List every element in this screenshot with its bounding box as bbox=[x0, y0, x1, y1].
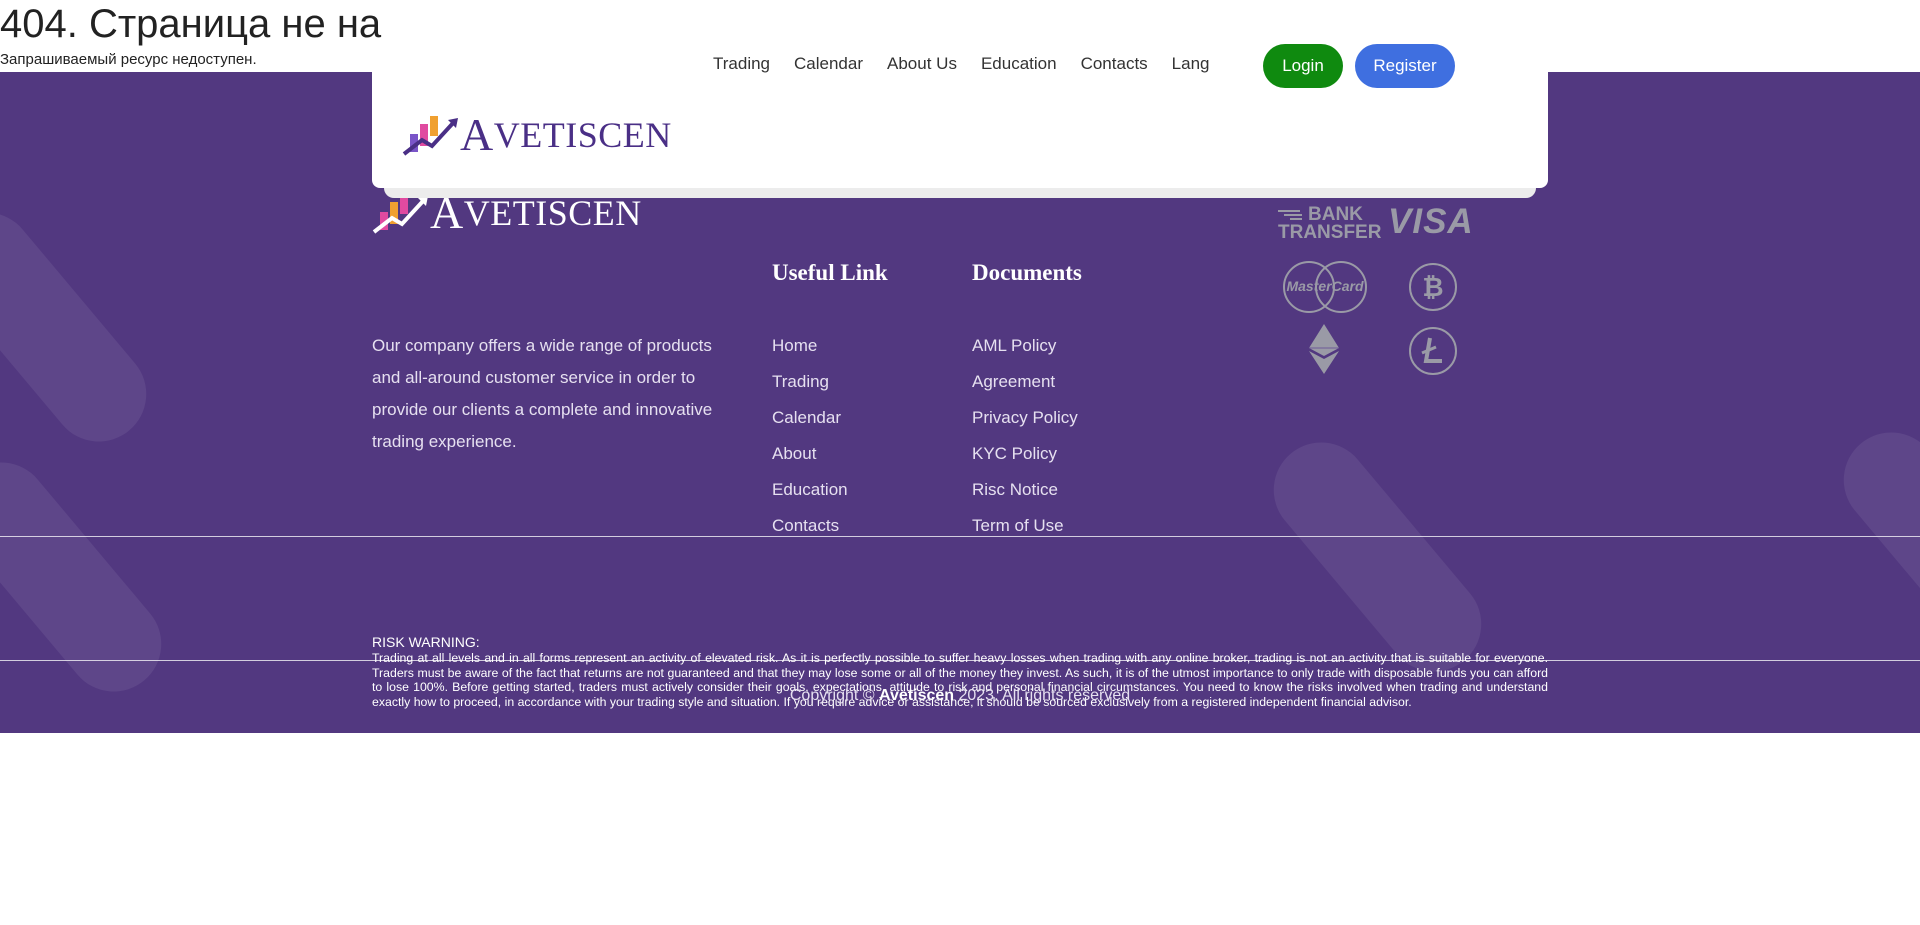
copyright-company: Avetiscen bbox=[879, 687, 955, 704]
documents-heading: Documents bbox=[972, 260, 1082, 285]
decorative-shape bbox=[1824, 413, 1920, 681]
main-nav: Trading Calendar About Us Education Cont… bbox=[713, 54, 1234, 74]
footer-link-calendar[interactable]: Calendar bbox=[772, 400, 848, 436]
logo-first-letter: A bbox=[460, 109, 494, 160]
copyright-divider bbox=[0, 660, 1920, 661]
svg-text:₿: ₿ bbox=[1422, 273, 1443, 303]
doc-link-term-of-use[interactable]: Term of Use bbox=[972, 508, 1078, 544]
header-logo[interactable]: A VETISCEN bbox=[402, 112, 672, 158]
nav-item-trading[interactable]: Trading bbox=[713, 54, 770, 74]
site-footer: A VETISCEN A VETISCEN Our company offers… bbox=[0, 72, 1920, 733]
nav-item-calendar[interactable]: Calendar bbox=[794, 54, 863, 74]
risk-warning-title: RISK WARNING: bbox=[372, 634, 480, 650]
nav-item-lang[interactable]: Lang bbox=[1172, 54, 1210, 74]
footer-link-home[interactable]: Home bbox=[772, 328, 848, 364]
litecoin-icon bbox=[1408, 326, 1458, 381]
logo-rest: VETISCEN bbox=[493, 115, 672, 155]
company-description: Our company offers a wide range of produ… bbox=[372, 336, 713, 451]
copyright: Copyright © Avetiscen 2023. All rights r… bbox=[0, 687, 1920, 705]
mastercard-icon: MasterCard bbox=[1280, 260, 1370, 314]
bank-transfer-icon: BANK TRANSFER bbox=[1278, 205, 1382, 246]
nav-item-about-us[interactable]: About Us bbox=[887, 54, 957, 74]
useful-links-list: Home Trading Calendar About Education Co… bbox=[772, 328, 848, 544]
footer-link-about[interactable]: About bbox=[772, 436, 848, 472]
login-button[interactable]: Login bbox=[1263, 44, 1343, 88]
footer-link-education[interactable]: Education bbox=[772, 472, 848, 508]
error-subtitle: Запрашиваемый ресурс недоступен. bbox=[0, 51, 257, 68]
site-header: A VETISCEN bbox=[372, 72, 1548, 188]
doc-link-kyc-policy[interactable]: KYC Policy bbox=[972, 436, 1078, 472]
footer-link-contacts[interactable]: Contacts bbox=[772, 508, 848, 544]
footer-divider bbox=[0, 536, 1920, 537]
mastercard-label: MasterCard bbox=[1286, 278, 1364, 294]
register-button[interactable]: Register bbox=[1355, 44, 1455, 88]
documents-list: AML Policy Agreement Privacy Policy KYC … bbox=[972, 328, 1078, 544]
doc-link-agreement[interactable]: Agreement bbox=[972, 364, 1078, 400]
doc-link-privacy-policy[interactable]: Privacy Policy bbox=[972, 400, 1078, 436]
decorative-shape bbox=[0, 443, 181, 711]
copyright-prefix: Copyright © bbox=[789, 687, 875, 704]
ethereum-icon bbox=[1308, 324, 1340, 379]
nav-item-contacts[interactable]: Contacts bbox=[1081, 54, 1148, 74]
visa-icon: VISA bbox=[1388, 202, 1474, 241]
logo-chart-icon bbox=[402, 116, 458, 156]
doc-link-aml-policy[interactable]: AML Policy bbox=[972, 328, 1078, 364]
bitcoin-icon: ₿ bbox=[1408, 262, 1458, 317]
nav-item-education[interactable]: Education bbox=[981, 54, 1057, 74]
error-title: 404. Страница не на bbox=[0, 2, 382, 46]
bank-label-2: TRANSFER bbox=[1278, 222, 1382, 243]
doc-link-risc-notice[interactable]: Risc Notice bbox=[972, 472, 1078, 508]
useful-links-heading: Useful Link bbox=[772, 260, 888, 285]
decorative-shape bbox=[0, 193, 166, 461]
copyright-suffix: 2023. All rights reserved bbox=[958, 687, 1131, 704]
footer-link-trading[interactable]: Trading bbox=[772, 364, 848, 400]
logo-rest: VETISCEN bbox=[463, 193, 642, 233]
